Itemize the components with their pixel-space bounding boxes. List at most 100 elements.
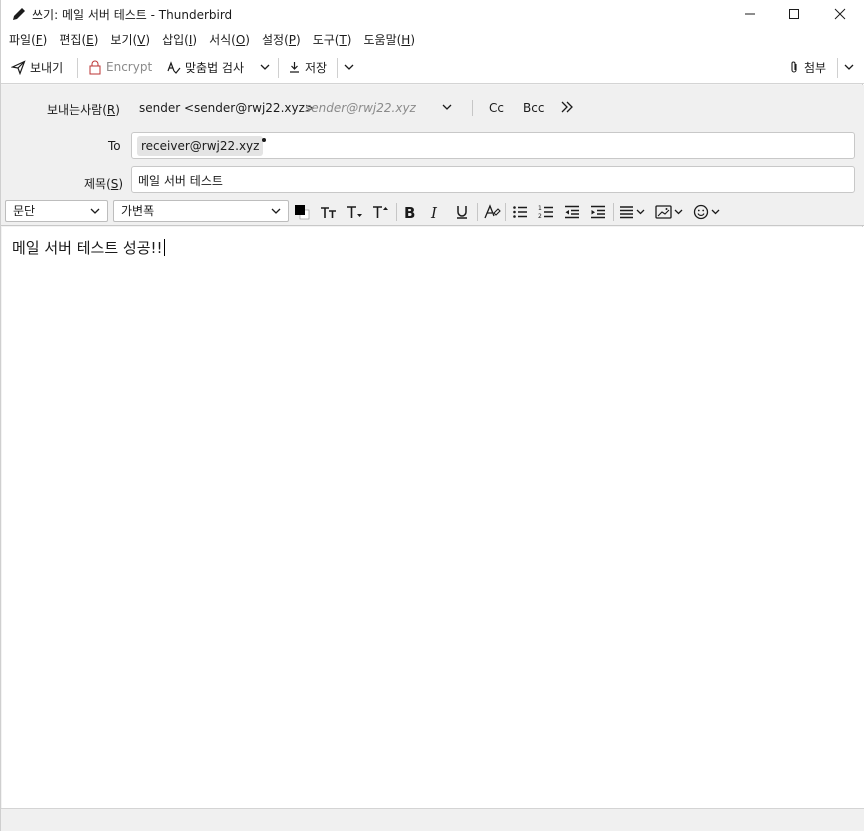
send-button[interactable]: 보내기 <box>11 56 63 78</box>
message-body-editor[interactable]: 메일 서버 테스트 성공!! <box>2 227 863 808</box>
compose-toolbar: 보내기 Encrypt 맞춤법 검사 저장 첨부 <box>1 50 864 84</box>
text-color-button[interactable] <box>291 202 313 222</box>
menu-item-4[interactable]: 서식(O) <box>209 31 250 48</box>
menu-item-3[interactable]: 삽입(I) <box>162 31 197 48</box>
encrypt-button[interactable]: Encrypt <box>88 56 152 78</box>
close-button[interactable] <box>817 0 863 28</box>
toolbar-divider <box>837 58 838 78</box>
toolbar-divider <box>337 58 338 78</box>
attach-menu-button[interactable] <box>843 56 859 78</box>
chevron-down-icon <box>90 208 100 214</box>
bold-button[interactable]: B <box>399 202 421 222</box>
indent-icon <box>591 205 605 219</box>
menu-item-5[interactable]: 설정(P) <box>262 31 301 48</box>
format-toolbar: 문단 가변폭 B I 1 2 <box>1 198 864 226</box>
indent-button[interactable] <box>587 202 609 222</box>
outdent-icon <box>565 205 579 219</box>
recipient-pill[interactable]: receiver@rwj22.xyz <box>137 136 267 156</box>
align-menu-button[interactable] <box>618 202 648 222</box>
bcc-button[interactable]: Bcc <box>523 101 544 115</box>
font-size-smaller-button[interactable] <box>344 202 366 222</box>
cc-button[interactable]: Cc <box>489 101 504 115</box>
encrypt-label: Encrypt <box>106 60 153 74</box>
format-divider <box>477 203 478 221</box>
insert-menu-button[interactable] <box>655 202 685 222</box>
double-chevron-right-icon <box>561 101 573 113</box>
spellcheck-icon <box>167 60 181 74</box>
recipient-indicator <box>262 138 267 142</box>
minimize-icon <box>745 13 755 15</box>
toolbar-divider <box>278 58 279 78</box>
from-identity-select[interactable]: sender <sender@rwj22.xyz> <box>139 101 315 115</box>
font-size-reset-button[interactable] <box>318 202 340 222</box>
attach-button[interactable]: 첨부 <box>788 56 826 78</box>
font-family-select[interactable]: 가변폭 <box>113 200 289 222</box>
smiley-icon <box>693 204 720 220</box>
compose-window: 쓰기: 메일 서버 테스트 - Thunderbird 파일(F) 편집(E) 보기… <box>0 0 864 831</box>
bullet-list-icon <box>513 206 527 218</box>
image-icon <box>655 205 683 219</box>
paragraph-format-value: 문단 <box>13 204 36 218</box>
subject-value: 메일 서버 테스트 <box>138 174 223 188</box>
background-window-edge <box>864 0 868 831</box>
numbered-list-button[interactable]: 12 <box>535 202 557 222</box>
remove-formatting-button[interactable] <box>481 202 503 222</box>
spellcheck-label: 맞춤법 검사 <box>185 60 245 75</box>
spellcheck-menu-button[interactable] <box>259 56 275 78</box>
more-recipients-button[interactable] <box>560 100 574 117</box>
from-label: 보내는사람(R) <box>47 103 120 117</box>
maximize-icon <box>789 9 799 19</box>
font-size-larger-button[interactable] <box>370 202 392 222</box>
format-divider <box>613 203 614 221</box>
from-dropdown-button[interactable] <box>441 101 453 116</box>
italic-button[interactable]: I <box>425 202 447 222</box>
recipient-address: receiver@rwj22.xyz <box>141 139 260 153</box>
pencil-icon <box>13 8 25 20</box>
save-menu-button[interactable] <box>343 56 359 78</box>
svg-text:2: 2 <box>538 213 542 220</box>
header-divider <box>472 100 473 116</box>
maximize-button[interactable] <box>771 0 817 28</box>
svg-text:1: 1 <box>538 205 542 212</box>
menu-item-2[interactable]: 보기(V) <box>110 31 150 48</box>
from-address-hint: sender@rwj22.xyz <box>305 101 416 115</box>
attach-label: 첨부 <box>804 60 827 75</box>
close-icon <box>834 8 846 20</box>
download-icon <box>290 61 299 73</box>
chevron-down-icon <box>442 104 452 110</box>
to-field[interactable]: receiver@rwj22.xyz <box>131 132 855 159</box>
svg-text:B: B <box>404 204 415 220</box>
subject-input[interactable]: 메일 서버 테스트 <box>131 166 855 193</box>
save-button[interactable]: 저장 <box>288 56 327 78</box>
clear-format-icon <box>484 204 501 219</box>
underline-button[interactable] <box>451 202 473 222</box>
paperclip-icon <box>791 61 797 73</box>
menu-item-0[interactable]: 파일(F) <box>9 31 47 48</box>
emoji-menu-button[interactable] <box>693 202 723 222</box>
font-larger-icon <box>373 206 388 218</box>
send-label: 보내기 <box>30 60 64 75</box>
subject-label: 제목(S) <box>84 177 124 191</box>
spellcheck-button[interactable]: 맞춤법 검사 <box>166 56 244 78</box>
chevron-down-icon <box>344 64 354 70</box>
svg-text:I: I <box>430 204 438 220</box>
save-label: 저장 <box>305 60 328 75</box>
title-bar: 쓰기: 메일 서버 테스트 - Thunderbird <box>1 0 864 28</box>
menu-item-1[interactable]: 편집(E) <box>59 31 98 48</box>
chevron-down-icon <box>260 64 270 70</box>
font-smaller-icon <box>347 206 362 218</box>
underline-icon <box>457 206 467 219</box>
menu-item-6[interactable]: 도구(T) <box>313 31 352 48</box>
window-title: 쓰기: 메일 서버 테스트 - Thunderbird <box>32 8 233 22</box>
text-color-icon <box>295 205 310 220</box>
menu-item-7[interactable]: 도움말(H) <box>363 31 415 48</box>
toolbar-divider <box>77 58 78 78</box>
minimize-button[interactable] <box>727 0 773 28</box>
paragraph-format-select[interactable]: 문단 <box>5 200 108 222</box>
format-divider <box>396 203 397 221</box>
menu-bar: 파일(F) 편집(E) 보기(V) 삽입(I) 서식(O) 설정(P) 도구(T) 도움말(H… <box>1 28 864 50</box>
message-headers: 보내는사람(R) sender <sender@rwj22.xyz> sende… <box>1 85 864 198</box>
format-divider <box>505 203 506 221</box>
outdent-button[interactable] <box>561 202 583 222</box>
bullet-list-button[interactable] <box>509 202 531 222</box>
